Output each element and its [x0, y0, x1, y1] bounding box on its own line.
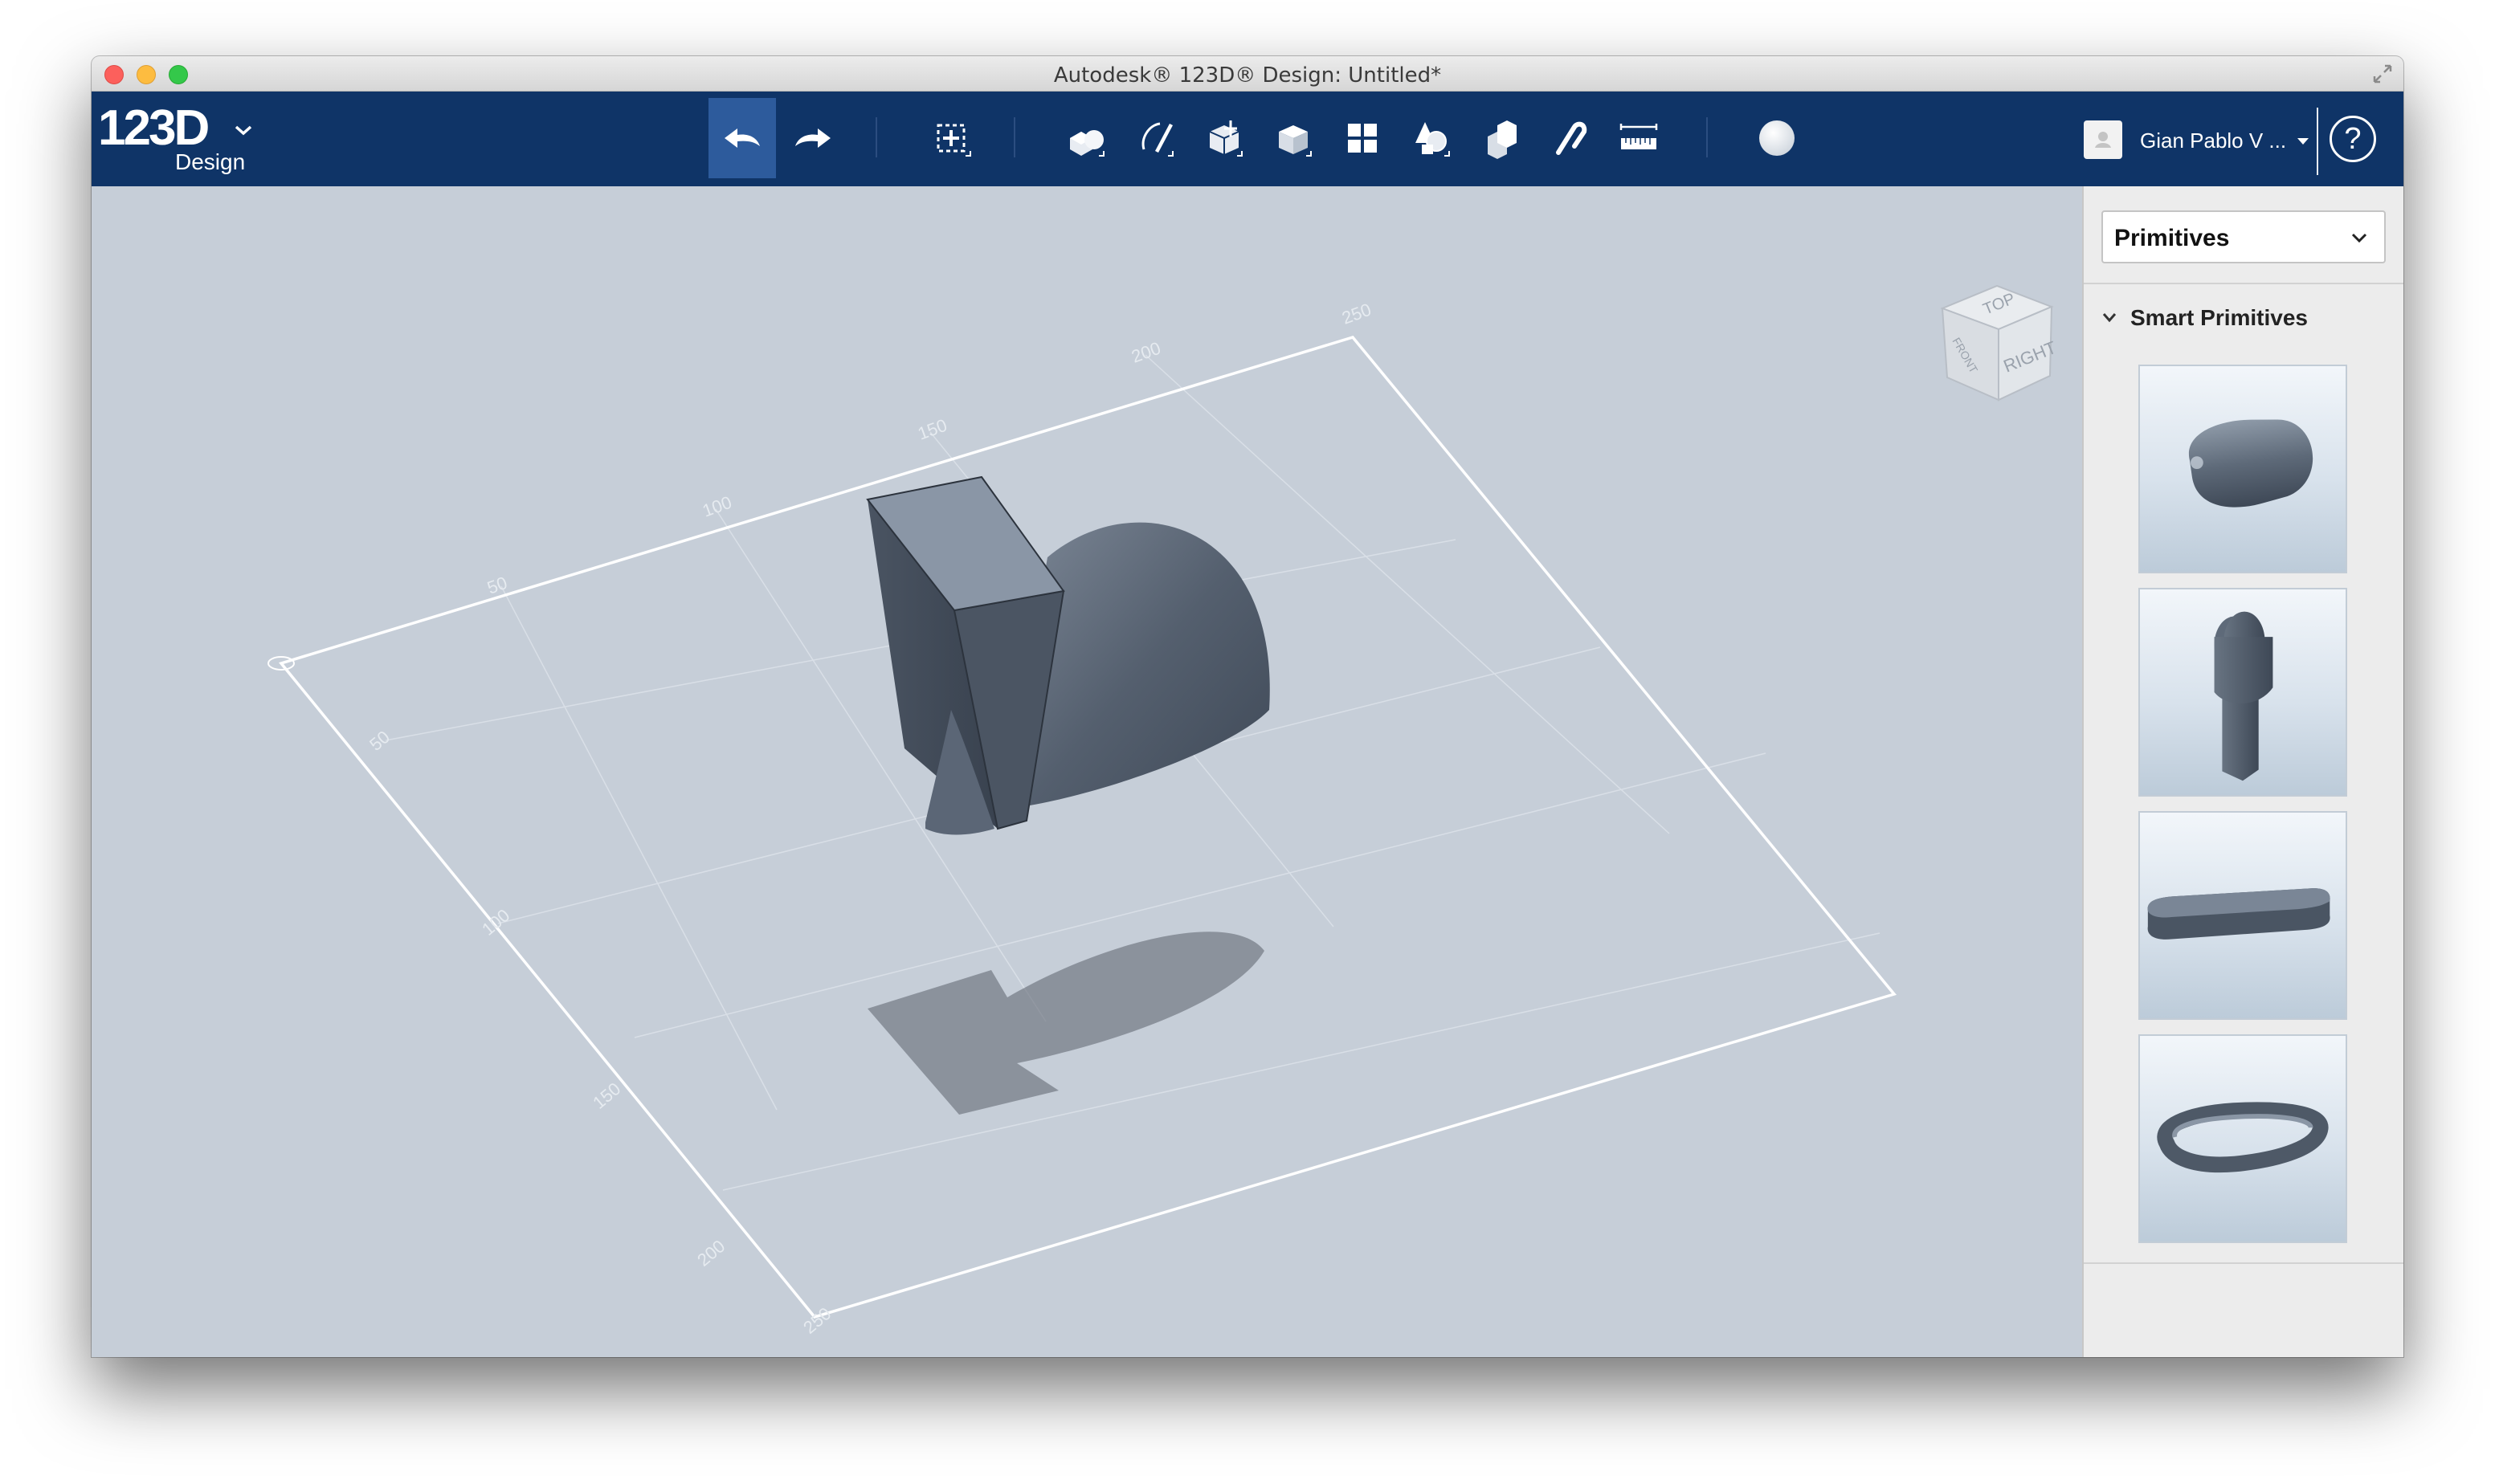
panel-divider [2084, 1262, 2403, 1264]
group-icon [1415, 122, 1450, 157]
caret-down-icon[interactable] [2296, 137, 2310, 146]
user-name[interactable]: Gian Pablo V ... [2140, 128, 2286, 153]
grid-label: 250 [799, 1303, 835, 1338]
main-toolbar: 123D Design Gian Pablo V ... ? [92, 92, 2403, 186]
slot-icon [2147, 888, 2330, 940]
grid-label: 250 [1339, 300, 1374, 328]
user-icon [2095, 132, 2111, 148]
pattern-button[interactable] [1329, 98, 1396, 178]
construct-icon [1209, 120, 1243, 157]
grid-label: 150 [589, 1078, 624, 1113]
material-button[interactable] [1743, 98, 1811, 178]
help-button[interactable]: ? [2330, 116, 2376, 162]
snap-magnet-icon [1556, 121, 1587, 155]
ring-slot-icon [2157, 1102, 2329, 1173]
capsule-primitive[interactable] [2138, 365, 2347, 573]
grid-label: 200 [693, 1236, 729, 1270]
modify-button[interactable] [1260, 98, 1327, 178]
dropdown-value: Primitives [2114, 225, 2230, 251]
category-dropdown[interactable]: Primitives [2101, 210, 2386, 263]
primitives-button[interactable] [1052, 98, 1120, 178]
keyhole-primitive[interactable] [2138, 588, 2347, 797]
scene-canvas[interactable]: 50 100 150 200 250 50 100 150 200 250 [92, 186, 2082, 1357]
combine-icon [1488, 120, 1517, 159]
sketch-button[interactable] [1121, 98, 1189, 178]
avatar[interactable] [2084, 120, 2122, 159]
title-bar: Autodesk® 123D® Design: Untitled* [92, 56, 2403, 92]
section-label: Smart Primitives [2130, 305, 2308, 330]
pattern-icon [1348, 124, 1377, 153]
window-title: Autodesk® 123D® Design: Untitled* [1053, 63, 1442, 88]
combine-button[interactable] [1467, 98, 1534, 178]
construct-button[interactable] [1190, 98, 1258, 178]
grid-plane [278, 335, 1897, 1319]
toolbar-separator [876, 117, 877, 157]
grid-label: 150 [915, 415, 949, 444]
redo-button[interactable] [779, 98, 847, 178]
measure-ruler-icon [1619, 124, 1658, 149]
primitives-icon [1070, 130, 1105, 157]
material-sphere-icon [1759, 120, 1795, 156]
chevron-down-icon [235, 125, 252, 136]
fullscreen-icon[interactable] [2371, 63, 2394, 85]
snap-button[interactable] [1536, 98, 1603, 178]
toolbar-separator [1014, 117, 1015, 157]
keyhole-icon [2214, 611, 2273, 781]
undo-button[interactable] [708, 98, 776, 178]
toolbar-separator [2317, 108, 2318, 175]
grid-label: 50 [365, 727, 394, 755]
grid-label: 200 [1129, 338, 1163, 367]
logo-subtext: Design [175, 149, 246, 174]
slot-primitive[interactable] [2138, 811, 2347, 1020]
measure-button[interactable] [1605, 98, 1672, 178]
app-menu-logo[interactable]: 123D Design [98, 100, 259, 180]
ring-primitive[interactable] [2138, 1034, 2347, 1243]
redo-arrow-icon [795, 128, 831, 148]
grid-labels-left: 50 100 150 200 250 [365, 727, 835, 1338]
transform-button[interactable] [917, 98, 985, 178]
model-shadow [868, 932, 1264, 1115]
view-cube[interactable]: TOP RIGHT FRONT [1934, 279, 2063, 416]
logo-text: 123D [98, 100, 210, 156]
3d-viewport[interactable]: 50 100 150 200 250 50 100 150 200 250 TO… [92, 186, 2082, 1357]
chevron-down-icon [2102, 313, 2117, 323]
dome-shape[interactable] [1025, 522, 1270, 806]
primitives-panel: Primitives Smart Primitives [2082, 186, 2403, 1357]
grid-label: 100 [700, 492, 734, 521]
sketch-icon [1141, 122, 1174, 157]
modify-icon [1279, 125, 1312, 157]
undo-arrow-icon [725, 128, 760, 148]
toolbar-separator [1706, 117, 1708, 157]
chevron-down-icon [2351, 233, 2367, 243]
app-window: Autodesk® 123D® Design: Untitled* 123D D… [92, 56, 2403, 1357]
capsule-icon [2188, 419, 2313, 508]
group-button[interactable] [1398, 98, 1465, 178]
transform-icon [937, 124, 971, 157]
panel-divider [2084, 283, 2403, 284]
